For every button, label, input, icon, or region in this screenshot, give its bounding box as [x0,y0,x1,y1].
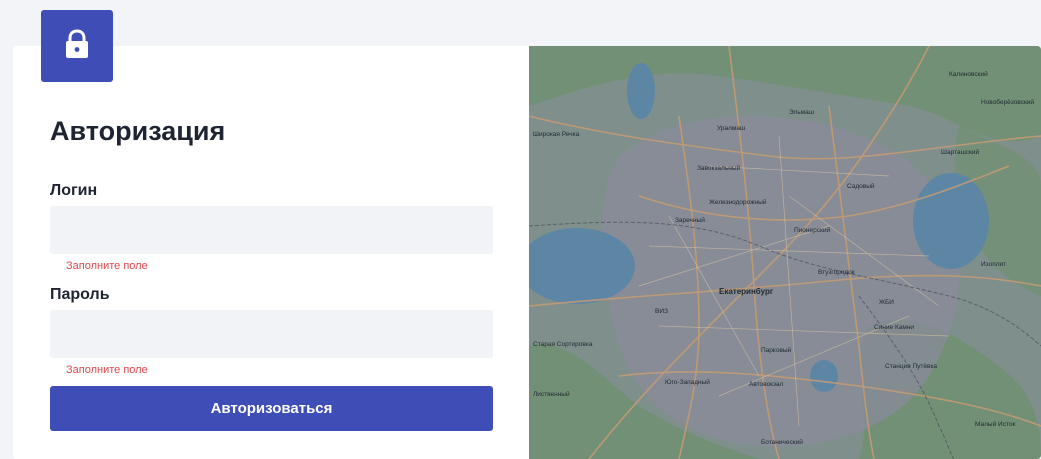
map-label-zhd: Железнодорожный [709,198,767,206]
lock-badge [41,10,113,82]
map-label-zarechny: Заречный [675,216,705,224]
password-input[interactable] [50,310,493,358]
map-label-pionersky: Пионерский [794,226,830,234]
login-error-message: Заполните поле [66,260,148,272]
map-label-novoberezovsky: Новоберёзовский [981,98,1034,106]
lock-icon [64,28,90,64]
login-input[interactable] [50,206,493,254]
map-label-staraya-sortirovka: Старая Сортировка [533,341,593,348]
page-title: Авторизация [50,116,226,146]
map-label-sadovy: Садовый [847,182,875,190]
auth-card: Авторизация Логин Заполните поле Пароль … [13,46,1041,459]
map-label-putevka: Станция Путёвка [885,363,937,370]
map-label-city: Екатеринбург [719,287,774,296]
map-label-listvenny: Лиственный [533,390,570,398]
map-label-elmash: Эльмаш [789,109,814,116]
map-label-yugo-zapadny: Юго-Западный [665,378,710,386]
map-label-viz: ВИЗ [655,308,668,315]
map-label-shirokaya-rechka: Широкая Речка [533,131,580,138]
map-label-kalinovsky: Калиновский [949,70,988,78]
map-label-botanichesky: Ботанический [761,438,803,446]
map-label-avtovokzal: Автовокзал [749,381,784,388]
map-label-maly-istok: Малый Исток [975,420,1015,428]
map-label-shartash: Шарташский [941,148,980,156]
login-label: Логин [50,182,98,199]
map-label-vtuzgorodok: Втузгородок [818,269,855,276]
city-map: Уралмаш Эльмаш Шарташский Калиновский Но… [529,46,1041,459]
login-submit-button[interactable]: Авторизоваться [50,386,493,431]
map-label-uralmash: Уралмаш [717,125,745,132]
map-label-zhbi: ЖБИ [879,299,894,306]
password-error-message: Заполните поле [66,364,148,376]
map-label-izoplit: Изоплит [981,261,1006,268]
password-label: Пароль [50,286,110,303]
map-label-parkovy: Парковый [761,346,792,354]
map-label-sinie-kamni: Синие Камни [874,324,914,331]
map-label-zavokzalny: Завокзальный [697,164,740,172]
map-image: Уралмаш Эльмаш Шарташский Калиновский Но… [529,46,1041,459]
auth-form: Авторизация Логин Заполните поле Пароль … [50,46,493,459]
